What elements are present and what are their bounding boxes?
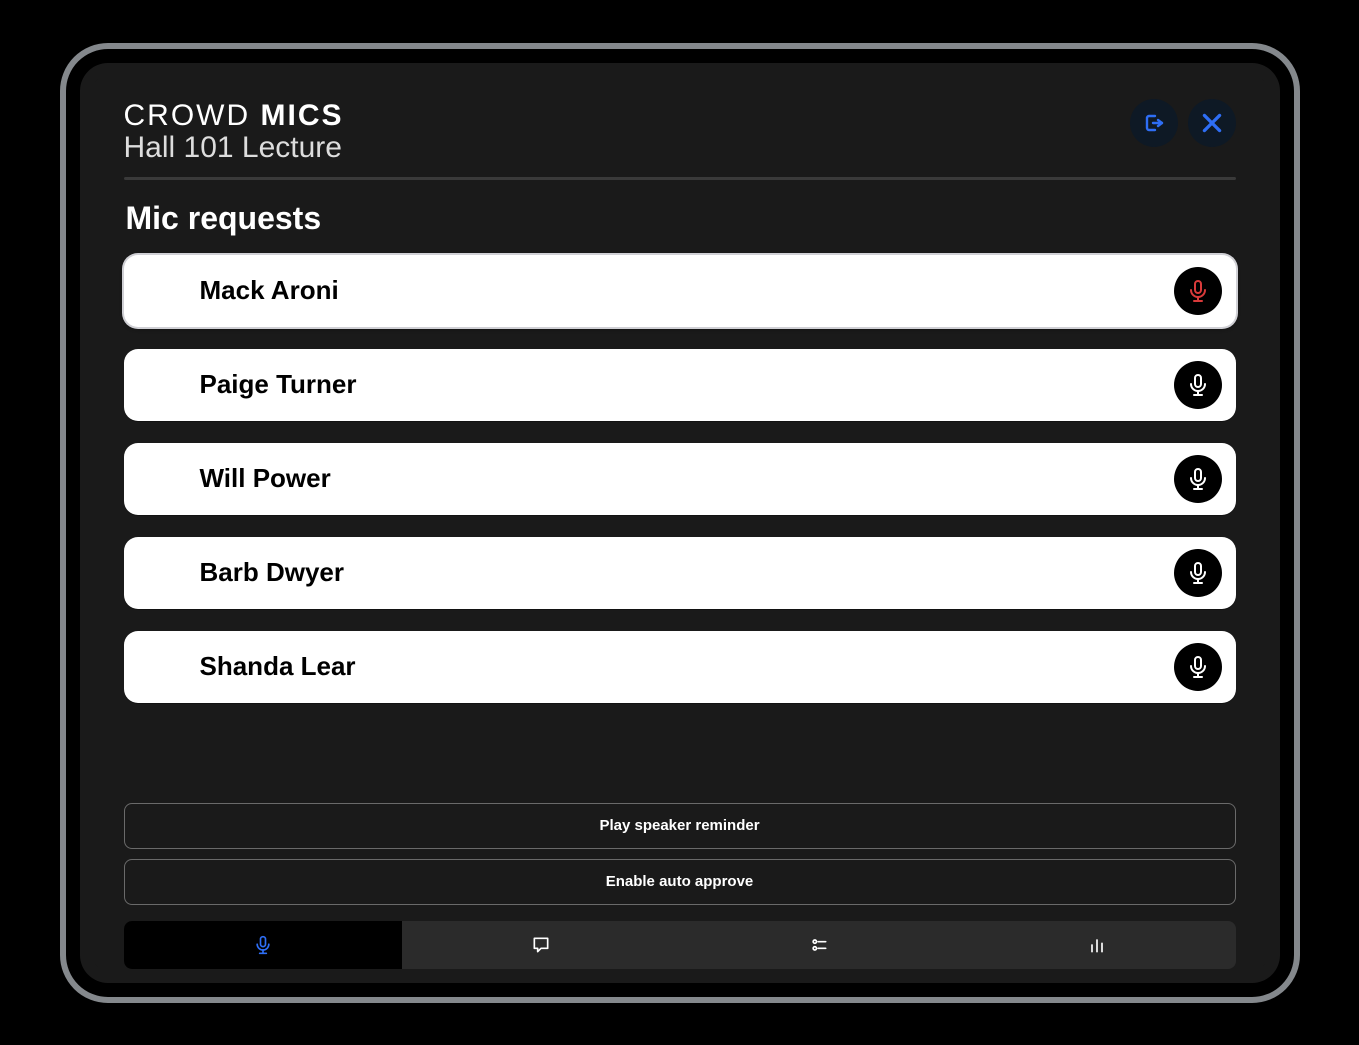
header-actions [1130,99,1236,147]
mic-request-row[interactable]: Will Power [124,443,1236,515]
grant-mic-button[interactable] [1174,361,1222,409]
mic-request-row[interactable]: Paige Turner [124,349,1236,421]
brand-light: CROWD [124,99,251,132]
grant-mic-button[interactable] [1174,267,1222,315]
mic-request-row[interactable]: Shanda Lear [124,631,1236,703]
header-divider [124,177,1236,180]
auto-approve-label: Enable auto approve [606,873,754,890]
session-subtitle: Hall 101 Lecture [124,131,344,165]
close-icon [1199,110,1225,136]
microphone-icon [1186,279,1210,303]
tab-settings[interactable] [680,921,958,969]
microphone-icon [1186,373,1210,397]
bar-chart-icon [1087,935,1107,955]
bottom-tabbar [124,921,1236,969]
microphone-icon [1186,561,1210,585]
mic-request-list: Mack Aroni Paige Turner [124,255,1236,703]
exit-icon [1142,111,1166,135]
mic-request-row[interactable]: Mack Aroni [124,255,1236,327]
play-reminder-label: Play speaker reminder [599,817,759,834]
header: CROWD MICS Hall 101 Lecture [124,99,1236,165]
grant-mic-button[interactable] [1174,643,1222,691]
exit-button[interactable] [1130,99,1178,147]
enable-auto-approve-button[interactable]: Enable auto approve [124,859,1236,905]
play-reminder-button[interactable]: Play speaker reminder [124,803,1236,849]
requester-name: Mack Aroni [200,275,1174,306]
spacer [124,703,1236,803]
requester-name: Paige Turner [200,369,1174,400]
mic-request-row[interactable]: Barb Dwyer [124,537,1236,609]
tab-stats[interactable] [958,921,1236,969]
tab-mic[interactable] [124,921,402,969]
chat-icon [531,935,551,955]
sliders-icon [809,935,829,955]
requester-name: Shanda Lear [200,651,1174,682]
requester-name: Barb Dwyer [200,557,1174,588]
app-brand: CROWD MICS [124,99,344,133]
section-title: Mic requests [126,200,1236,237]
grant-mic-button[interactable] [1174,549,1222,597]
grant-mic-button[interactable] [1174,455,1222,503]
titles: CROWD MICS Hall 101 Lecture [124,99,344,165]
close-button[interactable] [1188,99,1236,147]
brand-bold: MICS [261,99,344,132]
tablet-frame: CROWD MICS Hall 101 Lecture [60,43,1300,1003]
microphone-icon [1186,655,1210,679]
microphone-icon [253,935,273,955]
requester-name: Will Power [200,463,1174,494]
tab-chat[interactable] [402,921,680,969]
screen: CROWD MICS Hall 101 Lecture [94,77,1266,969]
microphone-icon [1186,467,1210,491]
